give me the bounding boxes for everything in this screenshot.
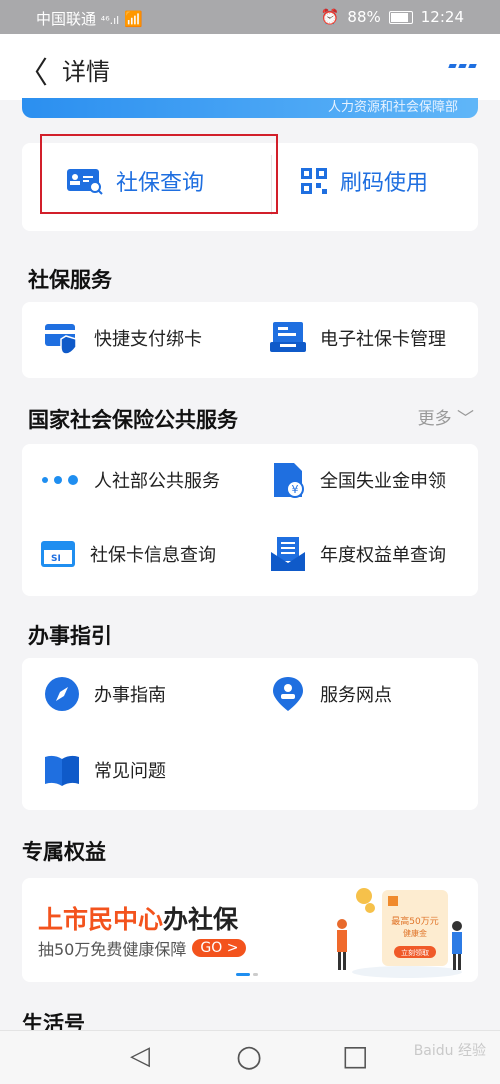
annual-statement-item[interactable]: 年度权益单查询 (270, 536, 446, 572)
promo-subtitle: 抽50万免费健康保障 GO > (38, 936, 247, 960)
national-service-card: 人社部公共服务 ¥ 全国失业金申领 SI 社保卡信息查询 年度权益单查询 (22, 444, 478, 596)
watermark: Baidu 经验 (413, 1043, 486, 1059)
wifi-icon: 📶 (124, 10, 143, 28)
go-button[interactable]: GO > (192, 939, 247, 957)
guide-item[interactable]: 办事指南 (44, 676, 166, 712)
scan-label: 刷码使用 (340, 171, 429, 196)
carrier: 中国联通 ⁴⁶.ıl 📶 (36, 10, 143, 28)
banner[interactable]: 人力资源和社会保障部 (22, 98, 478, 118)
promo-card-button: 立刻领取 (401, 948, 429, 957)
item-label: 社保卡信息查询 (90, 545, 216, 566)
section-title-national: 国家社会保险公共服务 (28, 408, 238, 432)
social-service-card: 快捷支付绑卡 电子社保卡管理 (22, 302, 478, 378)
promo-banner[interactable]: 上市民中心办社保 抽50万免费健康保障 GO > 最高50万元 健康金 立刻领取 (22, 878, 478, 982)
mohrss-public-service-item[interactable]: 人社部公共服务 (40, 462, 220, 498)
promo-illustration: 最高50万元 健康金 立刻领取 (337, 888, 462, 978)
envelope-document-icon (271, 537, 305, 571)
item-label: 全国失业金申领 (320, 471, 446, 492)
item-label: 服务网点 (320, 685, 392, 706)
qr-code-icon (301, 168, 327, 194)
svg-text:SI: SI (51, 554, 61, 564)
nav-home-icon[interactable]: ○ (236, 1039, 262, 1074)
location-pin-icon (273, 677, 303, 711)
compass-icon (45, 677, 79, 711)
clock: 12:24 (420, 8, 464, 26)
unemployment-claim-item[interactable]: ¥ 全国失业金申领 (270, 462, 446, 498)
faq-item[interactable]: 常见问题 (44, 752, 166, 788)
book-icon (45, 755, 79, 786)
alarm-icon: ⏰ (320, 8, 340, 26)
card-shield-icon (45, 324, 77, 355)
section-title-social-service: 社保服务 (28, 268, 112, 292)
svg-text:¥: ¥ (292, 483, 299, 496)
page-title: 详情 (62, 58, 110, 86)
e-card-manage-item[interactable]: 电子社保卡管理 (270, 320, 446, 356)
si-card-icon: SI (41, 541, 75, 567)
item-label: 年度权益单查询 (320, 545, 446, 566)
back-icon[interactable]: 〈 (18, 48, 48, 92)
scan-code-button[interactable]: 刷码使用 (300, 165, 428, 197)
dots-icon (42, 475, 78, 485)
section-title-guide: 办事指引 (28, 624, 112, 648)
document-yuan-icon: ¥ (274, 463, 304, 498)
item-label: 快捷支付绑卡 (94, 329, 202, 350)
nav-recent-icon[interactable]: □ (342, 1039, 368, 1072)
service-outlet-item[interactable]: 服务网点 (270, 676, 392, 712)
status-bar: 中国联通 ⁴⁶.ıl 📶 ⏰ 88% 12:24 (0, 0, 500, 34)
promo-headline: 上市民中心办社保 (38, 905, 239, 934)
quick-pay-bind-card-item[interactable]: 快捷支付绑卡 (44, 320, 202, 356)
item-label: 常见问题 (94, 761, 166, 782)
e-card-icon (270, 322, 306, 352)
banner-org: 人力资源和社会保障部 (327, 100, 458, 115)
more-icon[interactable] (448, 64, 477, 68)
guide-card: 办事指南 服务网点 常见问题 (22, 658, 478, 810)
highlight-box (40, 134, 278, 214)
carousel-indicator (236, 973, 258, 976)
promo-card-label: 健康金 (403, 928, 427, 938)
item-label: 办事指南 (94, 685, 166, 706)
title-bar: 〈 详情 (0, 34, 500, 100)
more-link[interactable]: 更多 ﹀ (418, 404, 474, 429)
item-label: 人社部公共服务 (94, 471, 220, 492)
item-label: 电子社保卡管理 (320, 329, 446, 350)
ss-card-info-query-item[interactable]: SI 社保卡信息查询 (40, 536, 216, 572)
section-title-benefits: 专属权益 (22, 840, 106, 864)
battery-percent: 88% (347, 8, 381, 26)
nav-back-icon[interactable]: ◁ (130, 1041, 150, 1071)
promo-card-amount: 最高50万元 (391, 915, 438, 927)
chevron-down-icon: ﹀ (457, 409, 474, 429)
battery-icon (388, 10, 413, 24)
